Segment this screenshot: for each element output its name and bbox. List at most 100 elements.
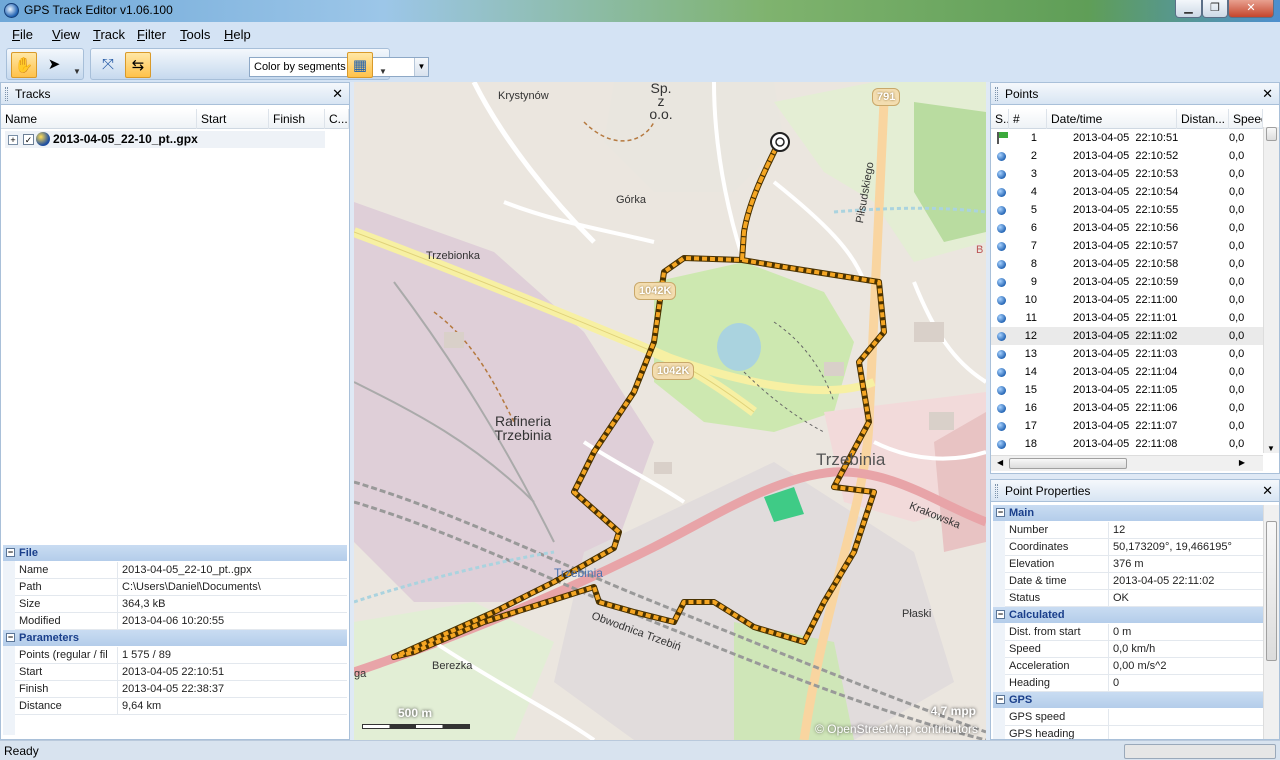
col-finish[interactable]: Finish [269, 109, 325, 129]
chevron-right-icon[interactable]: ▶ [1239, 458, 1245, 467]
expand-icon[interactable]: + [8, 135, 18, 145]
points-horizontal-scrollbar[interactable]: ◀ ▶ [991, 455, 1263, 471]
menu-file[interactable]: File [12, 27, 33, 42]
collapse-icon[interactable]: − [6, 548, 15, 557]
point-number: 17 [1024, 420, 1037, 432]
point-datetime: 2013-04-05 22:11:05 [1073, 384, 1178, 396]
menu-filter[interactable]: Filter [137, 27, 166, 42]
point-row[interactable]: 7 2013-04-05 22:10:57 0,0 [991, 237, 1263, 255]
menu-tools[interactable]: Tools [180, 27, 210, 42]
map-label: Sp. z o.o. [649, 82, 673, 122]
point-row[interactable]: 18 2013-04-05 22:11:08 0,0 [991, 435, 1263, 453]
select-tool-button[interactable]: ➤ [41, 52, 67, 78]
point-row[interactable]: 11 2013-04-05 22:11:01 0,0 [991, 309, 1263, 327]
section-file[interactable]: − File [3, 545, 347, 561]
section-parameters[interactable]: − Parameters [3, 630, 347, 646]
point-distance: 0,0 [1229, 366, 1245, 378]
close-icon[interactable]: ✕ [1262, 83, 1273, 105]
col-status[interactable]: S.. [991, 109, 1009, 129]
point-properties-header: Point Properties ✕ [991, 480, 1279, 502]
close-icon[interactable]: ✕ [1262, 480, 1273, 502]
menu-track[interactable]: Track [93, 27, 125, 42]
chevron-down-icon[interactable]: ▼ [1267, 444, 1275, 453]
map-icon: ▦ [352, 57, 368, 74]
prop-row: Modified 2013-04-06 10:20:55 [15, 613, 347, 630]
chevron-down-icon[interactable]: ▼ [73, 67, 81, 77]
point-row[interactable]: 17 2013-04-05 22:11:07 0,0 [991, 417, 1263, 435]
menu-view[interactable]: View [52, 27, 80, 42]
col-number[interactable]: # [1009, 109, 1047, 129]
close-icon[interactable]: ✕ [332, 83, 343, 105]
file-properties-grid: − File Name 2013-04-05_22-10_pt..gpx Path C… [3, 545, 347, 735]
hand-tool-button[interactable]: ✋ [11, 52, 37, 78]
points-panel-header: Points ✕ [991, 83, 1279, 105]
col-color[interactable]: C... [325, 109, 349, 129]
collapse-icon[interactable]: − [996, 508, 1005, 517]
chevron-down-icon[interactable]: ▼ [379, 67, 387, 77]
point-number: 15 [1024, 384, 1037, 396]
grip-icon[interactable] [995, 484, 998, 498]
point-row[interactable]: 1 2013-04-05 22:10:51 0,0 [991, 129, 1263, 147]
col-start[interactable]: Start [197, 109, 269, 129]
prop-row: Number 12 [1005, 522, 1263, 539]
col-name[interactable]: Name [1, 109, 197, 129]
chevron-left-icon[interactable]: ◀ [997, 458, 1003, 467]
map-layer-button[interactable]: ▦ [347, 52, 373, 78]
collapse-icon[interactable]: − [6, 633, 15, 642]
collapse-icon[interactable]: − [996, 695, 1005, 704]
point-row[interactable]: 4 2013-04-05 22:10:54 0,0 [991, 183, 1263, 201]
grip-icon[interactable] [5, 87, 8, 101]
point-row[interactable]: 14 2013-04-05 22:11:04 0,0 [991, 363, 1263, 381]
point-row[interactable]: 10 2013-04-05 22:11:00 0,0 [991, 291, 1263, 309]
cursor-arrow-icon: ➤ [47, 56, 61, 73]
properties-vertical-scrollbar[interactable] [1263, 505, 1279, 739]
menu-help[interactable]: Help [224, 27, 251, 42]
point-icon [997, 188, 1006, 197]
col-speed[interactable]: Speed [1229, 109, 1263, 129]
point-row[interactable]: 5 2013-04-05 22:10:55 0,0 [991, 201, 1263, 219]
point-row[interactable]: 8 2013-04-05 22:10:58 0,0 [991, 255, 1263, 273]
points-vertical-scrollbar[interactable]: ▼ [1263, 127, 1279, 453]
direction-toggle-button[interactable]: ⇆ [125, 52, 151, 78]
point-number: 14 [1024, 366, 1037, 378]
point-number: 8 [1030, 258, 1037, 270]
point-row[interactable]: 15 2013-04-05 22:11:05 0,0 [991, 381, 1263, 399]
prop-row: Distance 9,64 km [15, 698, 347, 715]
point-row[interactable]: 3 2013-04-05 22:10:53 0,0 [991, 165, 1263, 183]
grip-icon[interactable] [995, 87, 998, 101]
point-icon [997, 296, 1006, 305]
map-label: Rafineria Trzebinia [494, 413, 552, 443]
point-row[interactable]: 12 2013-04-05 22:11:02 0,0 [991, 327, 1263, 345]
point-number: 9 [1030, 276, 1037, 288]
start-flag-icon [997, 132, 1008, 144]
track-visible-checkbox[interactable]: ✓ [23, 134, 34, 145]
col-distance[interactable]: Distan... [1177, 109, 1229, 129]
minimize-button[interactable]: ▁ [1175, 0, 1202, 18]
scroll-thumb[interactable] [1266, 127, 1277, 141]
scroll-thumb[interactable] [1009, 458, 1127, 469]
map-label: Górka [616, 194, 646, 206]
progress-bar [1124, 744, 1276, 759]
point-row[interactable]: 13 2013-04-05 22:11:03 0,0 [991, 345, 1263, 363]
point-row[interactable]: 6 2013-04-05 22:10:56 0,0 [991, 219, 1263, 237]
points-grid-header: S.. # Date/time Distan... Speed [991, 109, 1263, 129]
track-row[interactable]: + ✓ 2013-04-05_22-10_pt..gpx [5, 131, 325, 148]
map-view[interactable]: Krystynów Sp. z o.o. Górka Trzebionka Pi… [354, 82, 986, 740]
section-calculated[interactable]: − Calculated [993, 607, 1263, 623]
color-mode-select[interactable]: Color by segments ▼ [249, 57, 429, 77]
point-row[interactable]: 16 2013-04-05 22:11:06 0,0 [991, 399, 1263, 417]
scroll-thumb[interactable] [1266, 521, 1277, 661]
section-gps[interactable]: − GPS [993, 692, 1263, 708]
point-distance: 0,0 [1229, 348, 1245, 360]
collapse-icon[interactable]: − [996, 610, 1005, 619]
close-button[interactable]: ✕ [1228, 0, 1274, 18]
section-main[interactable]: − Main [993, 505, 1263, 521]
maximize-button[interactable]: ❐ [1202, 0, 1228, 18]
col-datetime[interactable]: Date/time [1047, 109, 1177, 129]
prop-row: Heading 0 [1005, 675, 1263, 692]
point-row[interactable]: 2 2013-04-05 22:10:52 0,0 [991, 147, 1263, 165]
point-row[interactable]: 9 2013-04-05 22:10:59 0,0 [991, 273, 1263, 291]
point-number: 5 [1030, 204, 1037, 216]
split-tool-button[interactable]: ⤧ [95, 52, 121, 78]
point-distance: 0,0 [1229, 420, 1245, 432]
